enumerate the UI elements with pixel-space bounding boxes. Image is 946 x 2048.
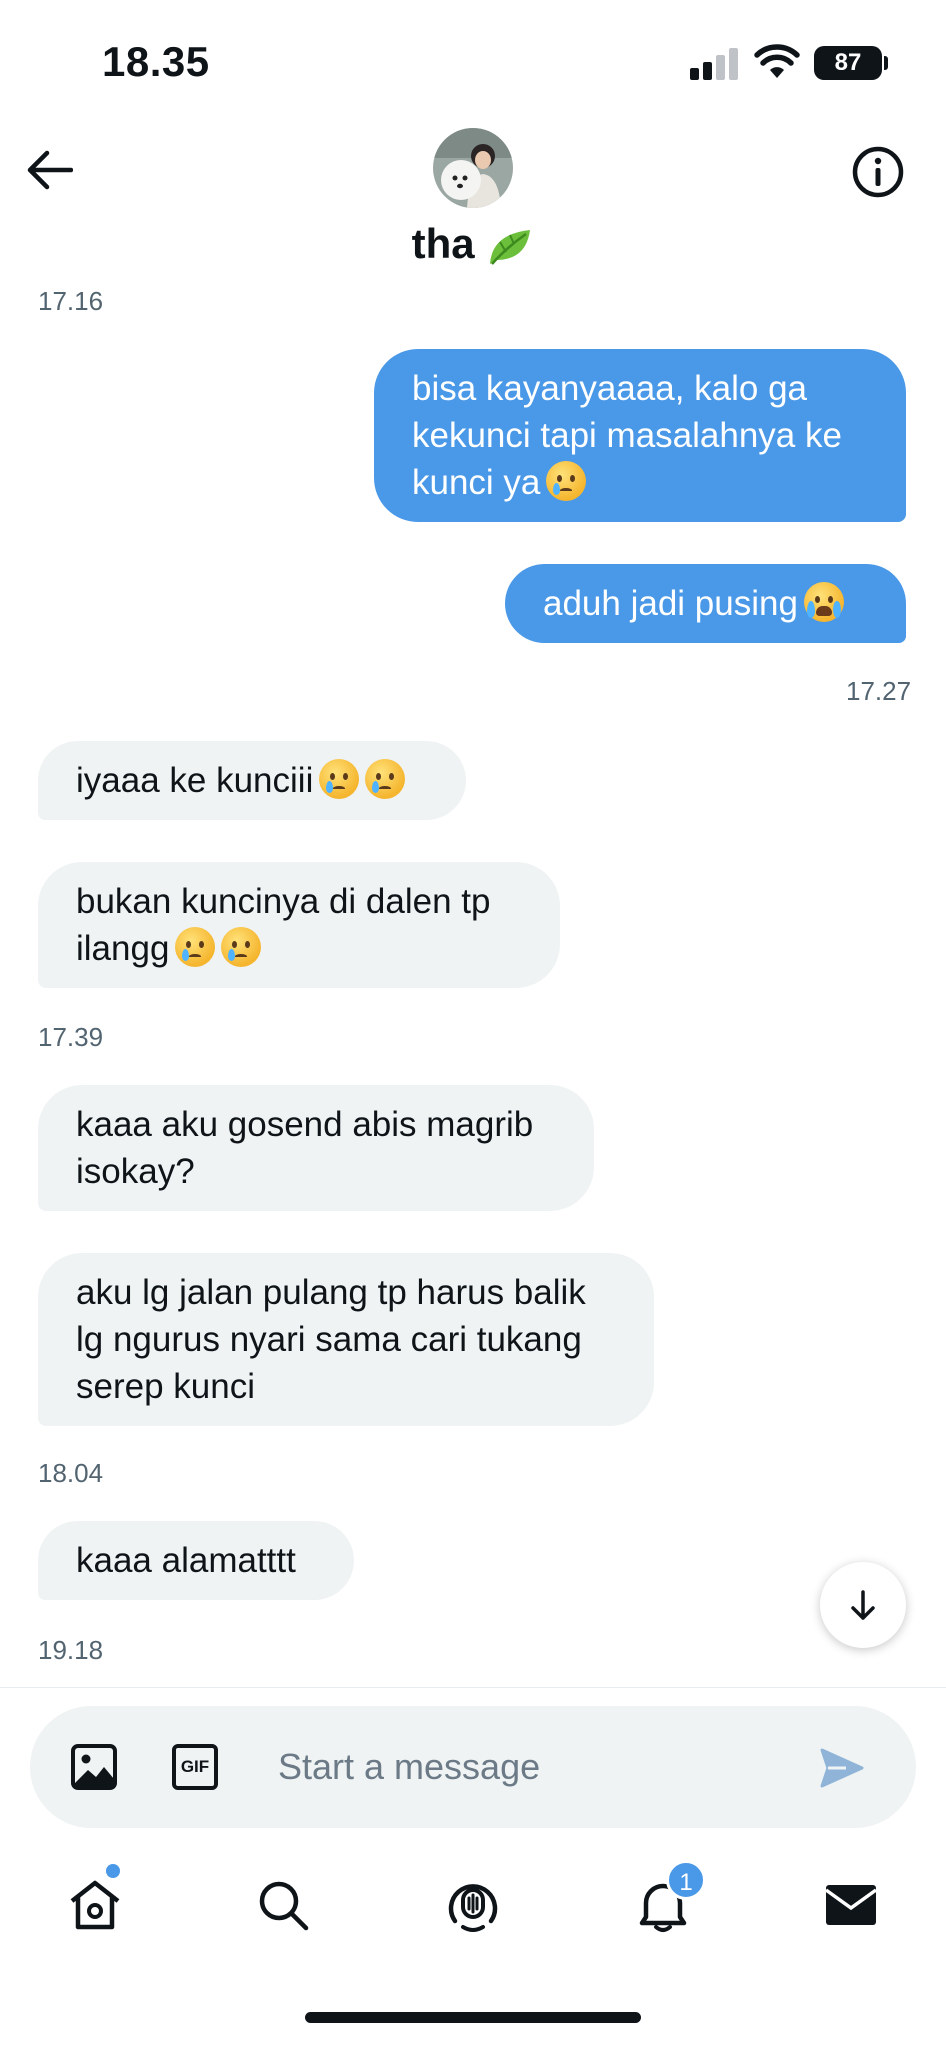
crying-smile-emoji-icon [221,927,262,967]
contact-name-text: tha [411,220,475,267]
battery-indicator: 87 [814,46,882,80]
contact-name[interactable]: tha [0,220,946,268]
message-composer: GIF [30,1706,916,1828]
home-unread-dot [106,1864,120,1878]
send-button[interactable] [818,1744,866,1792]
message-timestamp: 17.16 [38,286,104,316]
composer-divider [0,1687,946,1688]
add-photo-button[interactable] [70,1743,118,1791]
back-arrow-icon [27,150,73,190]
wifi-icon [754,44,800,78]
leaf-icon [490,229,531,265]
message-text: bisa kayanyaaaa, kalo ga kekunci tapi ma… [412,369,842,502]
message-timestamp: 18.04 [38,1458,104,1488]
tab-messages[interactable] [796,1850,906,1960]
tab-home[interactable] [40,1850,150,1960]
mail-icon [825,1885,877,1925]
contact-avatar[interactable] [433,128,513,208]
message-timestamp: 17.39 [38,1022,104,1052]
scroll-to-bottom-button[interactable] [820,1562,906,1648]
message-text: ilangg [76,929,170,968]
search-icon [259,1881,309,1931]
message-text: aduh jadi pusing [543,584,798,623]
message-text: iyaaa ke kunciii [76,761,314,800]
chat-header: tha [0,120,946,290]
message-text: bukan kuncinya di dalen tp [76,882,491,921]
loudly-crying-emoji-icon [803,582,844,622]
info-icon [852,146,904,198]
sent-message-bubble[interactable]: bisa kayanyaaaa, kalo ga kekunci tapi ma… [374,349,906,522]
home-indicator [305,2012,641,2023]
sent-message-bubble[interactable]: aduh jadi pusing [505,564,906,643]
received-message-bubble[interactable]: kaaa alamatttt [38,1521,354,1600]
arrow-down-icon [851,1590,875,1620]
add-gif-button[interactable]: GIF [172,1744,218,1790]
crying-smile-emoji-icon [546,461,587,501]
received-message-bubble[interactable]: iyaaa ke kunciii [38,741,466,820]
message-text: kaaa aku gosend abis magrib isokay? [76,1105,534,1191]
spaces-icon [448,1884,498,1932]
notifications-badge: 1 [666,1860,706,1900]
bottom-tab-bar: 1 [0,1850,946,1960]
avatar-image [433,128,513,208]
received-message-bubble[interactable]: bukan kuncinya di dalen tp ilangg [38,862,560,988]
crying-smile-emoji-icon [365,759,406,799]
received-message-bubble[interactable]: aku lg jalan pulang tp harus balik lg ng… [38,1253,654,1426]
back-button[interactable] [24,144,76,196]
battery-tip [884,56,888,70]
home-icon [70,1880,120,1930]
send-icon [820,1748,864,1788]
message-timestamp: 19.18 [38,1635,104,1665]
image-icon [71,1744,117,1790]
message-text: kaaa alamatttt [76,1541,296,1580]
status-time: 18.35 [102,38,210,85]
crying-smile-emoji-icon [319,759,360,799]
received-message-bubble[interactable]: kaaa aku gosend abis magrib isokay? [38,1085,594,1211]
tab-spaces[interactable] [418,1850,528,1960]
message-input[interactable] [278,1742,798,1792]
tab-search[interactable] [228,1850,338,1960]
cellular-signal-icon [690,46,740,80]
message-timestamp: 17.27 [846,676,912,706]
status-bar: 18.35 87 [0,0,946,120]
tab-notifications[interactable]: 1 [608,1850,718,1960]
crying-smile-emoji-icon [175,927,216,967]
conversation-info-button[interactable] [850,144,906,200]
message-text: aku lg jalan pulang tp harus balik lg ng… [76,1273,586,1406]
